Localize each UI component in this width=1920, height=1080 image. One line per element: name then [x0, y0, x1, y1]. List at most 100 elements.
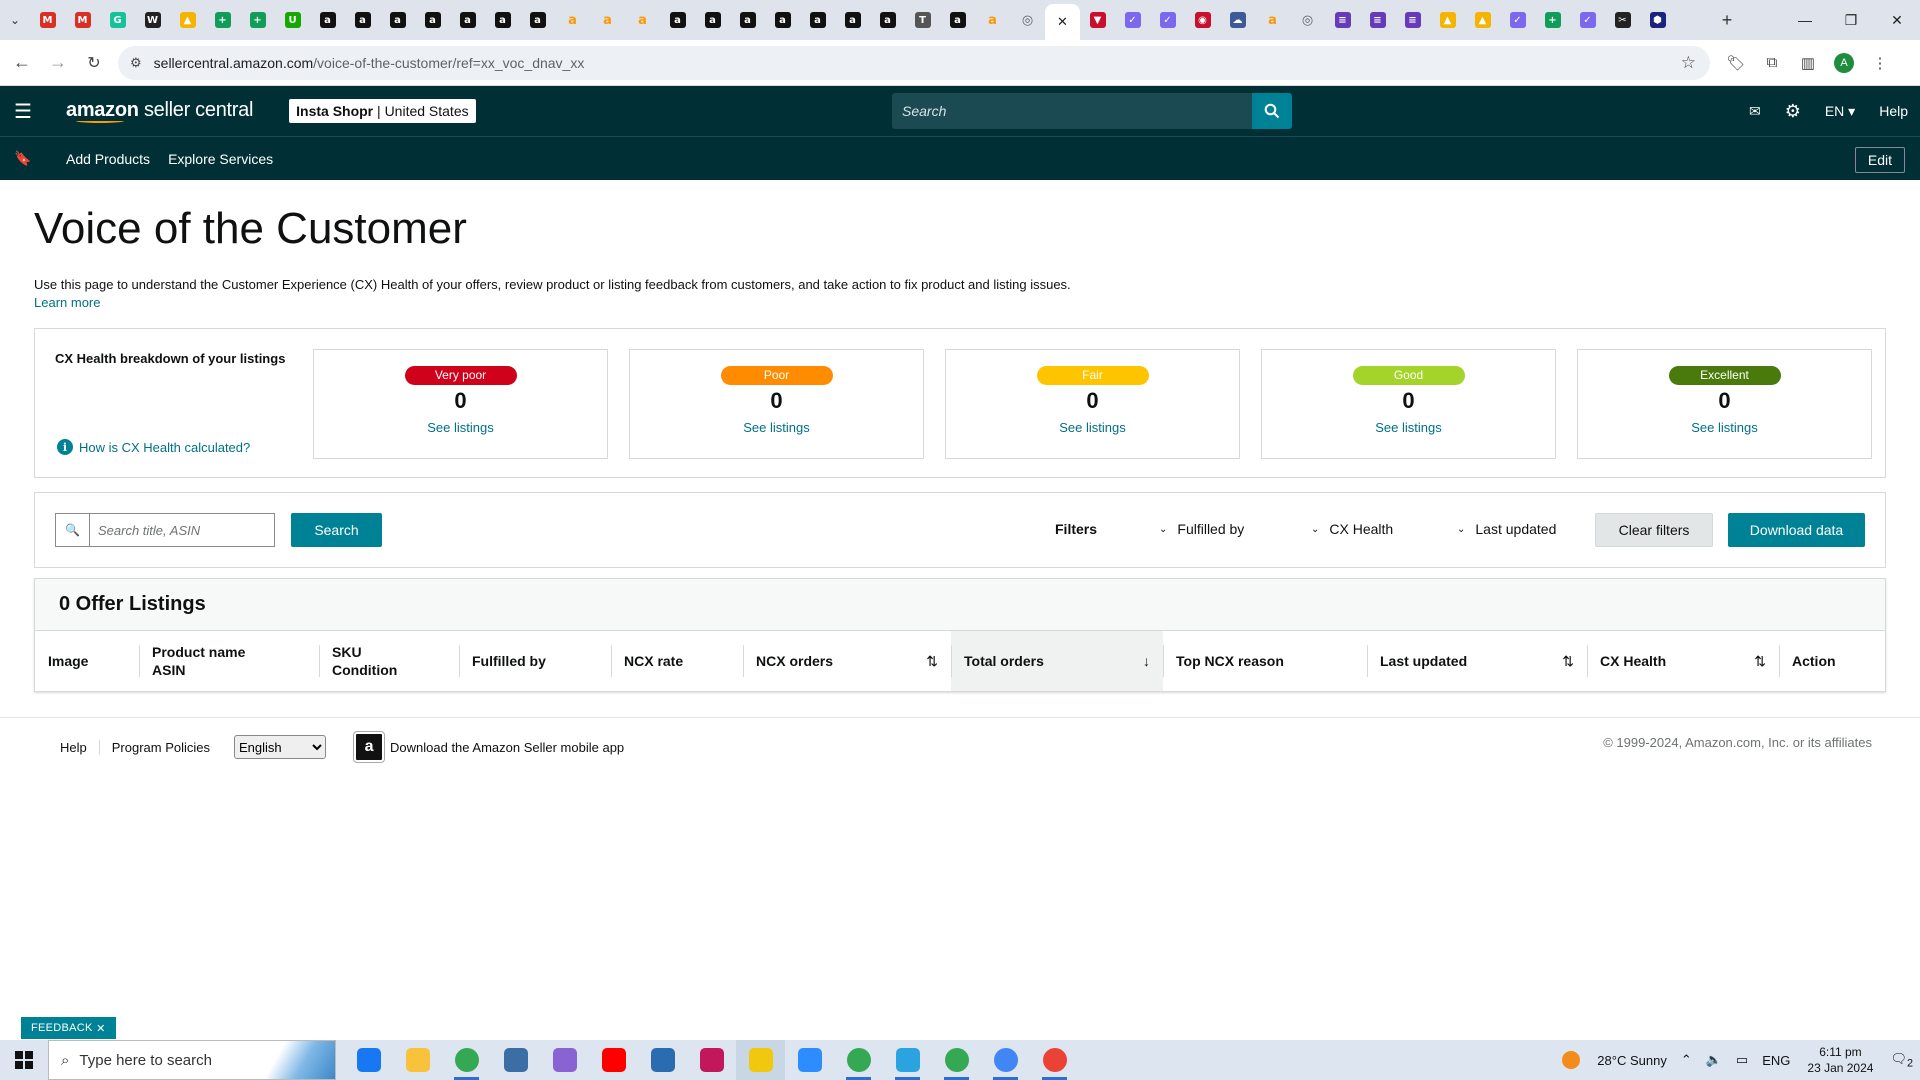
- footer-language-select[interactable]: English: [234, 735, 327, 759]
- column-header[interactable]: NCX orders ⇅: [743, 631, 951, 691]
- browser-tab[interactable]: a: [625, 4, 660, 36]
- browser-tab[interactable]: ▲: [1430, 4, 1465, 36]
- browser-tab[interactable]: ▲: [1465, 4, 1500, 36]
- last-updated-dropdown[interactable]: ⌄ Last updated: [1457, 521, 1556, 537]
- reload-icon[interactable]: ↻: [76, 45, 112, 81]
- new-tab-button[interactable]: +: [1712, 5, 1742, 35]
- browser-tab[interactable]: ≡: [1360, 4, 1395, 36]
- header-help-link[interactable]: Help: [1867, 103, 1920, 119]
- chrome-icon[interactable]: [834, 1040, 883, 1080]
- see-listings-link[interactable]: See listings: [946, 420, 1239, 435]
- telegram-icon[interactable]: [883, 1040, 932, 1080]
- see-listings-link[interactable]: See listings: [314, 420, 607, 435]
- extensions-icon[interactable]: ⧉: [1754, 46, 1790, 80]
- omnibox[interactable]: ⚙ sellercentral.amazon.com/voice-of-the-…: [118, 45, 1710, 80]
- network-icon[interactable]: ▭: [1729, 1052, 1755, 1068]
- browser-tab[interactable]: a: [730, 4, 765, 36]
- browser-tab[interactable]: a: [800, 4, 835, 36]
- browser-tab[interactable]: M: [65, 4, 100, 36]
- coupon-extension-icon[interactable]: 🏷: [1718, 46, 1754, 80]
- browser-tab[interactable]: a: [345, 4, 380, 36]
- speaker-icon[interactable]: 🔈: [1699, 1052, 1729, 1068]
- browser-tab[interactable]: a: [1255, 4, 1290, 36]
- browser-tab[interactable]: ≡: [1395, 4, 1430, 36]
- browser-tab[interactable]: a: [485, 4, 520, 36]
- browser-tab[interactable]: ≡: [1325, 4, 1360, 36]
- browser-tab[interactable]: ▲: [170, 4, 205, 36]
- profile-avatar[interactable]: A: [1826, 46, 1862, 80]
- see-listings-link[interactable]: See listings: [1262, 420, 1555, 435]
- sort-icon[interactable]: ⇅: [1754, 653, 1766, 670]
- calculator-icon[interactable]: [491, 1040, 540, 1080]
- cx-health-how-link[interactable]: i How is CX Health calculated?: [57, 439, 250, 455]
- browser-tab[interactable]: a: [310, 4, 345, 36]
- zoom-icon[interactable]: [785, 1040, 834, 1080]
- active-tab-close-icon[interactable]: ✕: [1045, 4, 1080, 40]
- facebook-icon[interactable]: [344, 1040, 393, 1080]
- cx-health-dropdown[interactable]: ⌄ CX Health: [1311, 521, 1393, 537]
- notifications-icon[interactable]: 🗨2: [1883, 1051, 1920, 1070]
- add-products-link[interactable]: Add Products: [66, 151, 150, 167]
- mail-icon[interactable]: ✉: [1737, 103, 1773, 120]
- browser-tab[interactable]: a: [415, 4, 450, 36]
- browser-tab[interactable]: a: [520, 4, 555, 36]
- tray-chevron-icon[interactable]: ⌃: [1674, 1052, 1699, 1068]
- browser-tab[interactable]: ✂: [1605, 4, 1640, 36]
- explore-services-link[interactable]: Explore Services: [168, 151, 273, 167]
- search-button[interactable]: Search: [291, 513, 382, 547]
- clock[interactable]: 6:11 pm 23 Jan 2024: [1797, 1044, 1883, 1076]
- browser-tab[interactable]: ✓: [1570, 4, 1605, 36]
- browser-tab[interactable]: a: [870, 4, 905, 36]
- browser-tab[interactable]: U: [275, 4, 310, 36]
- bookmark-star-icon[interactable]: ☆: [1681, 53, 1696, 73]
- forward-icon[interactable]: →: [40, 45, 76, 81]
- browser-tab[interactable]: ✓: [1150, 4, 1185, 36]
- column-header[interactable]: Total orders ↓: [951, 631, 1163, 691]
- side-panel-icon[interactable]: ▥: [1790, 46, 1826, 80]
- browser-tab[interactable]: +: [240, 4, 275, 36]
- footer-help-link[interactable]: Help: [48, 740, 99, 755]
- sticky-notes-icon[interactable]: [736, 1040, 785, 1080]
- chrome-menu-icon[interactable]: ⋮: [1862, 46, 1898, 80]
- program-policies-link[interactable]: Program Policies: [98, 739, 222, 755]
- browser-tab[interactable]: ◉: [1185, 4, 1220, 36]
- download-data-button[interactable]: Download data: [1728, 513, 1865, 547]
- restore-icon[interactable]: ❐: [1828, 0, 1874, 40]
- copilot-icon[interactable]: [540, 1040, 589, 1080]
- browser-tab[interactable]: T: [905, 4, 940, 36]
- browser-tab[interactable]: a: [450, 4, 485, 36]
- header-search-input[interactable]: Search: [892, 93, 1252, 129]
- see-listings-link[interactable]: See listings: [1578, 420, 1871, 435]
- edit-bookmarks-button[interactable]: Edit: [1854, 147, 1905, 173]
- store-icon[interactable]: [638, 1040, 687, 1080]
- minimize-icon[interactable]: —: [1782, 0, 1828, 40]
- download-app-link[interactable]: a Download the Amazon Seller mobile app: [353, 731, 624, 763]
- fulfilled-by-dropdown[interactable]: ⌄ Fulfilled by: [1159, 521, 1244, 537]
- browser-tab[interactable]: M: [30, 4, 65, 36]
- browser-tab[interactable]: a: [590, 4, 625, 36]
- chrome-icon[interactable]: [981, 1040, 1030, 1080]
- browser-tab[interactable]: a: [765, 4, 800, 36]
- browser-tab[interactable]: ✓: [1115, 4, 1150, 36]
- header-search-button[interactable]: [1252, 93, 1292, 129]
- taskbar-search[interactable]: ⌕ Type here to search: [48, 1040, 336, 1080]
- sort-icon[interactable]: ↓: [1143, 653, 1150, 669]
- browser-tab[interactable]: a: [555, 4, 590, 36]
- site-info-icon[interactable]: ⚙: [130, 55, 142, 71]
- file-explorer-icon[interactable]: [393, 1040, 442, 1080]
- window-close-icon[interactable]: ✕: [1874, 0, 1920, 40]
- browser-tab[interactable]: ◎: [1290, 4, 1325, 36]
- browser-tab[interactable]: a: [695, 4, 730, 36]
- browser-tab[interactable]: ⬢: [1640, 4, 1675, 36]
- chrome-icon[interactable]: [1030, 1040, 1079, 1080]
- close-icon[interactable]: ✕: [96, 1022, 106, 1035]
- browser-tab[interactable]: a: [380, 4, 415, 36]
- sort-icon[interactable]: ⇅: [926, 653, 938, 670]
- sort-icon[interactable]: ⇅: [1562, 653, 1574, 670]
- browser-tab[interactable]: ✓: [1500, 4, 1535, 36]
- account-switcher[interactable]: Insta Shopr | United States: [289, 99, 476, 123]
- hamburger-menu-icon[interactable]: ☰: [0, 86, 46, 136]
- chrome-icon[interactable]: [932, 1040, 981, 1080]
- browser-tab[interactable]: ☁: [1220, 4, 1255, 36]
- browser-tab[interactable]: a: [975, 4, 1010, 36]
